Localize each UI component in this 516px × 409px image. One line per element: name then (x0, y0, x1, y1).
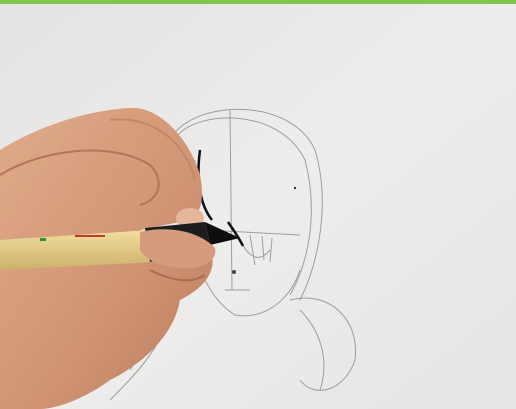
photo-scene (0, 0, 516, 409)
sketch-dot (293, 186, 297, 190)
green-strip (0, 0, 516, 4)
sketch-dot (232, 270, 236, 274)
